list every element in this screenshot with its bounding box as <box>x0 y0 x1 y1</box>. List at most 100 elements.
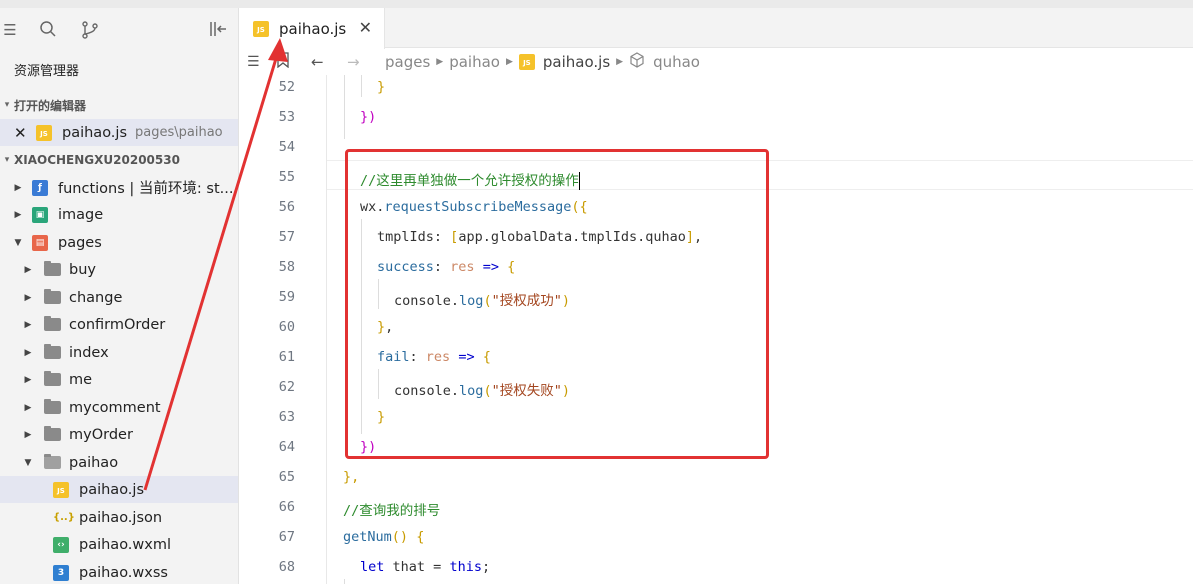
close-icon[interactable]: ✕ <box>14 124 28 142</box>
back-icon[interactable]: ← <box>311 53 333 71</box>
open-editors-section[interactable]: ▾ 打开的编辑器 <box>0 93 238 117</box>
indent-guide <box>344 579 345 584</box>
tree-item-label: myOrder <box>69 426 133 443</box>
code-line: }) <box>360 109 377 125</box>
sidebar-toolbar: ☰ <box>0 8 238 50</box>
tree-item-label: mycomment <box>69 399 161 416</box>
breadcrumb: ☰ ← → pages ▶ paihao ▶ JS paihao.js ▶ qu… <box>239 49 1193 75</box>
tab-paihao-js[interactable]: JS paihao.js ✕ <box>239 8 385 49</box>
tree-item-functions[interactable]: ▶ ƒ functions | 当前环境: st... <box>0 174 238 201</box>
tree-item-pages[interactable]: ▼ ▤ pages <box>0 229 238 256</box>
code-line: console.log("授权失败") <box>394 383 570 399</box>
project-section[interactable]: ▾ XIAOCHENGXU20200530 <box>0 148 238 172</box>
code-line: fail: res => { <box>377 349 491 365</box>
tree-item-myorder[interactable]: ▶ myOrder <box>0 421 238 448</box>
source-control-icon[interactable] <box>80 20 100 40</box>
code-line: tmplIds: [app.globalData.tmplIds.quhao], <box>377 229 703 245</box>
tree-item-label: index <box>69 344 109 361</box>
code-area[interactable]: 52 53 54 55 56 57 58 59 60 61 62 63 64 6… <box>239 75 1193 584</box>
tree-item-index[interactable]: ▶ index <box>0 339 238 366</box>
tree-item-label: buy <box>69 261 96 278</box>
bookmark-icon[interactable] <box>277 52 297 72</box>
code-line: console.log("授权成功") <box>394 293 570 309</box>
menu-icon[interactable]: ☰ <box>0 20 20 40</box>
tree-item-confirmorder[interactable]: ▶ confirmOrder <box>0 311 238 338</box>
code-line: //查询我的排号 <box>343 503 441 519</box>
folder-icon <box>44 426 61 441</box>
code-line: wx.requestSubscribeMessage({ <box>360 199 588 215</box>
breadcrumb-symbol[interactable]: quhao <box>653 53 700 71</box>
tree-item-mycomment[interactable]: ▶ mycomment <box>0 394 238 421</box>
list-icon[interactable]: ☰ <box>247 54 271 70</box>
line-number: 63 <box>278 409 295 425</box>
explorer-title: 资源管理器 <box>14 64 80 79</box>
collapse-sidebar-icon[interactable] <box>208 20 228 40</box>
code-line: let that = this; <box>360 559 491 575</box>
code-line: //这里再单独做一个允许授权的操作 <box>360 172 581 190</box>
indent-guide <box>378 279 379 309</box>
breadcrumb-pages[interactable]: pages <box>385 53 430 71</box>
explorer-sidebar: ☰ 资源管理器 ▾ 打开的编辑器 ✕ JS paihao.js pages\pa… <box>0 8 239 584</box>
tree-item-paihao-wxml[interactable]: ‹› paihao.wxml <box>0 531 238 558</box>
tree-item-paihao-json[interactable]: {..} paihao.json <box>0 504 238 531</box>
search-icon[interactable] <box>38 20 58 40</box>
tab-bar: JS paihao.js ✕ <box>239 8 1193 49</box>
tree-item-label: functions | 当前环境: st... <box>58 181 234 197</box>
chevron-down-icon: ▼ <box>24 457 32 468</box>
line-number: 60 <box>278 319 295 335</box>
tree-item-me[interactable]: ▶ me <box>0 366 238 393</box>
tree-item-label: pages <box>58 234 102 251</box>
tree-item-paihao-js[interactable]: JS paihao.js <box>0 476 238 503</box>
js-file-icon: JS <box>36 124 52 141</box>
tree-item-change[interactable]: ▶ change <box>0 284 238 311</box>
line-number: 55 <box>278 169 295 185</box>
symbol-cube-icon <box>629 52 645 72</box>
tree-item-paihao[interactable]: ▼ paihao <box>0 449 238 476</box>
text-cursor <box>578 172 581 190</box>
line-number: 57 <box>278 229 295 245</box>
editor-pane: JS paihao.js ✕ ☰ ← → pages ▶ paihao ▶ JS… <box>239 8 1193 584</box>
code-line: }, <box>343 469 360 485</box>
code-line: }) <box>360 439 377 455</box>
chevron-right-icon: ▶ <box>24 429 32 440</box>
line-number: 62 <box>278 379 295 395</box>
gutter-divider <box>326 75 327 584</box>
tree-item-image[interactable]: ▶ ▣ image <box>0 201 238 228</box>
tree-item-paihao-wxss[interactable]: 3 paihao.wxss <box>0 559 238 584</box>
tree-item-label: paihao.js <box>79 481 145 498</box>
line-number: 61 <box>278 349 295 365</box>
chevron-down-icon: ▼ <box>14 237 22 248</box>
folder-icon <box>44 399 61 414</box>
folder-icon <box>44 316 61 331</box>
tree-item-label: change <box>69 289 123 306</box>
code-line: }, <box>377 319 394 335</box>
tree-item-label: paihao.wxml <box>79 536 172 553</box>
breadcrumb-paihao[interactable]: paihao <box>449 53 500 71</box>
js-file-icon: JS <box>253 20 269 37</box>
forward-icon[interactable]: → <box>347 53 369 71</box>
chevron-right-icon: ▶ <box>24 402 32 413</box>
wxss-file-icon: 3 <box>53 564 69 581</box>
tree-item-buy[interactable]: ▶ buy <box>0 256 238 283</box>
close-tab-icon[interactable]: ✕ <box>359 18 372 37</box>
open-editor-item[interactable]: ✕ JS paihao.js pages\paihao <box>0 119 238 146</box>
tree-item-label: me <box>69 371 93 388</box>
image-folder-icon: ▣ <box>32 206 48 223</box>
open-editor-path: pages\paihao <box>135 125 223 140</box>
folder-icon <box>44 261 61 276</box>
line-number: 59 <box>278 289 295 305</box>
line-number: 52 <box>278 79 295 95</box>
line-number: 58 <box>278 259 295 275</box>
indent-guide <box>361 75 362 97</box>
line-number: 67 <box>278 529 295 545</box>
breadcrumb-file[interactable]: paihao.js <box>543 53 610 71</box>
line-number: 54 <box>278 139 295 155</box>
folder-open-icon <box>44 454 61 469</box>
json-file-icon: {..} <box>53 511 75 523</box>
line-number: 53 <box>278 109 295 125</box>
chevron-right-icon: ▶ <box>24 264 32 275</box>
code-line: } <box>377 409 386 425</box>
chevron-right-icon: ▶ <box>24 347 32 358</box>
chevron-right-icon: ▶ <box>436 57 444 67</box>
chevron-right-icon: ▶ <box>14 209 22 220</box>
